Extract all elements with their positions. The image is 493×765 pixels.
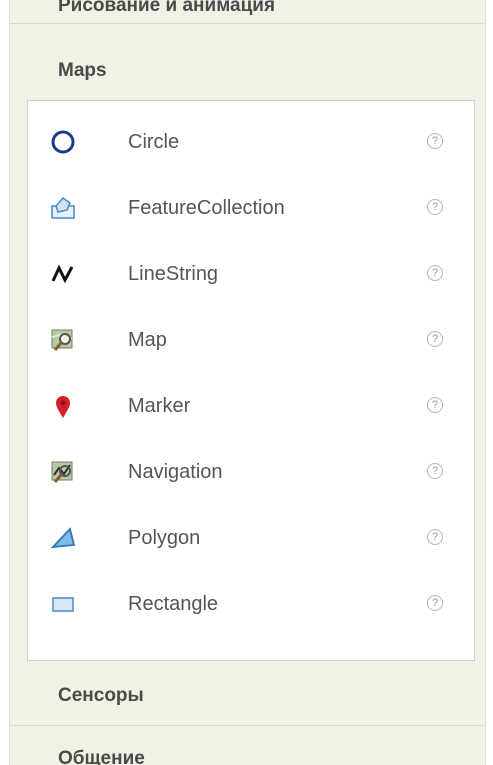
rectangle-icon bbox=[50, 591, 76, 617]
item-label: Circle bbox=[128, 131, 180, 153]
linestring-icon bbox=[50, 261, 76, 287]
polygon-icon bbox=[50, 525, 76, 551]
category-label: Сенсоры bbox=[58, 684, 144, 706]
maps-component-list: Circle ? FeatureCollection ? LineString … bbox=[27, 100, 475, 661]
item-label: Rectangle bbox=[128, 593, 219, 615]
list-item-map[interactable]: Map ? bbox=[28, 307, 474, 373]
help-icon[interactable]: ? bbox=[427, 331, 443, 347]
list-item-circle[interactable]: Circle ? bbox=[28, 109, 474, 175]
navigation-icon bbox=[50, 459, 76, 485]
category-drawing-animation[interactable]: Рисование и анимация bbox=[10, 0, 485, 24]
help-icon[interactable]: ? bbox=[427, 463, 443, 479]
category-sensors[interactable]: Сенсоры bbox=[10, 666, 485, 726]
list-item-rectangle[interactable]: Rectangle ? bbox=[28, 571, 474, 637]
item-label: Navigation bbox=[128, 461, 223, 483]
category-maps[interactable]: Maps bbox=[10, 42, 485, 100]
category-label: Общение bbox=[58, 748, 145, 765]
category-label: Maps bbox=[58, 60, 107, 81]
list-item-polygon[interactable]: Polygon ? bbox=[28, 505, 474, 571]
item-label: Polygon bbox=[128, 527, 201, 549]
item-label: LineString bbox=[128, 263, 219, 285]
list-item-featurecollection[interactable]: FeatureCollection ? bbox=[28, 175, 474, 241]
help-icon[interactable]: ? bbox=[427, 529, 443, 545]
list-item-navigation[interactable]: Navigation ? bbox=[28, 439, 474, 505]
category-social[interactable]: Общение bbox=[10, 730, 485, 765]
item-label: Marker bbox=[128, 395, 191, 417]
circle-icon bbox=[50, 129, 76, 155]
palette-panel: Рисование и анимация Maps Circle ? Featu… bbox=[9, 0, 486, 765]
item-label: FeatureCollection bbox=[128, 197, 285, 219]
map-icon bbox=[50, 327, 76, 353]
list-item-linestring[interactable]: LineString ? bbox=[28, 241, 474, 307]
help-icon[interactable]: ? bbox=[427, 397, 443, 413]
help-icon[interactable]: ? bbox=[427, 265, 443, 281]
feature-collection-icon bbox=[50, 195, 76, 221]
marker-icon bbox=[50, 393, 76, 419]
help-icon[interactable]: ? bbox=[427, 595, 443, 611]
help-icon[interactable]: ? bbox=[427, 133, 443, 149]
item-label: Map bbox=[128, 329, 167, 351]
list-item-marker[interactable]: Marker ? bbox=[28, 373, 474, 439]
category-label: Рисование и анимация bbox=[58, 0, 276, 16]
help-icon[interactable]: ? bbox=[427, 199, 443, 215]
